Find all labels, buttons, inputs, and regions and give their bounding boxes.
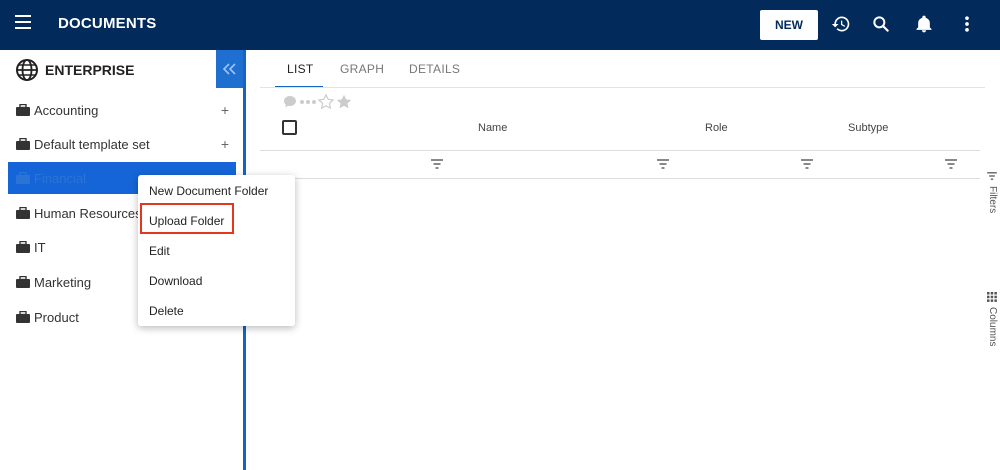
filter-divider [260, 178, 980, 179]
star-filled-icon[interactable] [335, 93, 353, 111]
column-header-subtype[interactable]: Subtype [848, 122, 888, 134]
column-header-role[interactable]: Role [705, 122, 728, 134]
search-icon[interactable] [870, 13, 892, 35]
history-icon[interactable] [830, 13, 852, 35]
menu-item-edit[interactable]: Edit [149, 244, 170, 258]
briefcase-icon [16, 206, 30, 219]
filters-label: Filters [987, 186, 998, 214]
filter-icon [987, 172, 997, 180]
sidebar-item-accounting[interactable]: Accounting + [8, 98, 236, 122]
collapse-sidebar-button[interactable] [216, 50, 243, 88]
top-app-bar: DOCUMENTS NEW [0, 0, 1000, 50]
filters-panel-toggle[interactable]: Filters [984, 172, 1000, 232]
tab-details[interactable]: DETAILS [409, 62, 460, 76]
chevrons-left-icon [222, 63, 236, 75]
menu-item-download[interactable]: Download [149, 274, 202, 288]
context-menu: New Document Folder Upload Folder Edit D… [138, 175, 295, 326]
filter-icon[interactable] [801, 159, 813, 169]
briefcase-icon [16, 275, 30, 288]
columns-panel-toggle[interactable]: Columns [984, 292, 1000, 356]
comment-icon[interactable] [283, 95, 297, 109]
menu-item-upload-folder[interactable]: Upload Folder [149, 214, 224, 228]
globe-icon [15, 58, 39, 82]
sidebar-item-default-template-set[interactable]: Default template set + [8, 132, 236, 156]
menu-item-delete[interactable]: Delete [149, 304, 184, 318]
filter-icon[interactable] [945, 159, 957, 169]
header-divider [260, 150, 980, 151]
tabs-divider [260, 87, 985, 88]
column-header-name[interactable]: Name [478, 122, 507, 134]
select-all-checkbox[interactable] [282, 120, 297, 135]
columns-label: Columns [987, 307, 998, 347]
expand-icon[interactable]: + [218, 136, 232, 152]
sidebar-item-label: Default template set [34, 136, 150, 152]
more-horiz-icon[interactable] [299, 98, 317, 106]
sidebar-header: ENTERPRISE [0, 50, 243, 88]
expand-icon[interactable]: + [218, 102, 232, 118]
briefcase-icon [16, 103, 30, 116]
briefcase-icon [16, 310, 30, 323]
tab-list[interactable]: LIST [287, 62, 314, 76]
briefcase-icon [16, 240, 30, 253]
tab-graph[interactable]: GRAPH [340, 62, 384, 76]
grid-icon [987, 292, 997, 302]
filter-icon[interactable] [431, 159, 443, 169]
filter-icon[interactable] [657, 159, 669, 169]
briefcase-icon [16, 137, 30, 150]
row-action-icons [283, 92, 353, 112]
star-outline-icon[interactable] [317, 93, 335, 111]
menu-icon[interactable] [15, 15, 31, 31]
briefcase-icon [16, 171, 30, 184]
bell-icon[interactable] [913, 13, 935, 35]
more-vert-icon[interactable] [956, 13, 978, 35]
app-title: DOCUMENTS [58, 15, 157, 32]
new-button[interactable]: NEW [760, 10, 818, 40]
menu-item-new-document-folder[interactable]: New Document Folder [149, 184, 268, 198]
filter-row [260, 152, 980, 178]
sidebar-item-label: Accounting [34, 102, 99, 118]
sidebar-title: ENTERPRISE [45, 62, 135, 78]
